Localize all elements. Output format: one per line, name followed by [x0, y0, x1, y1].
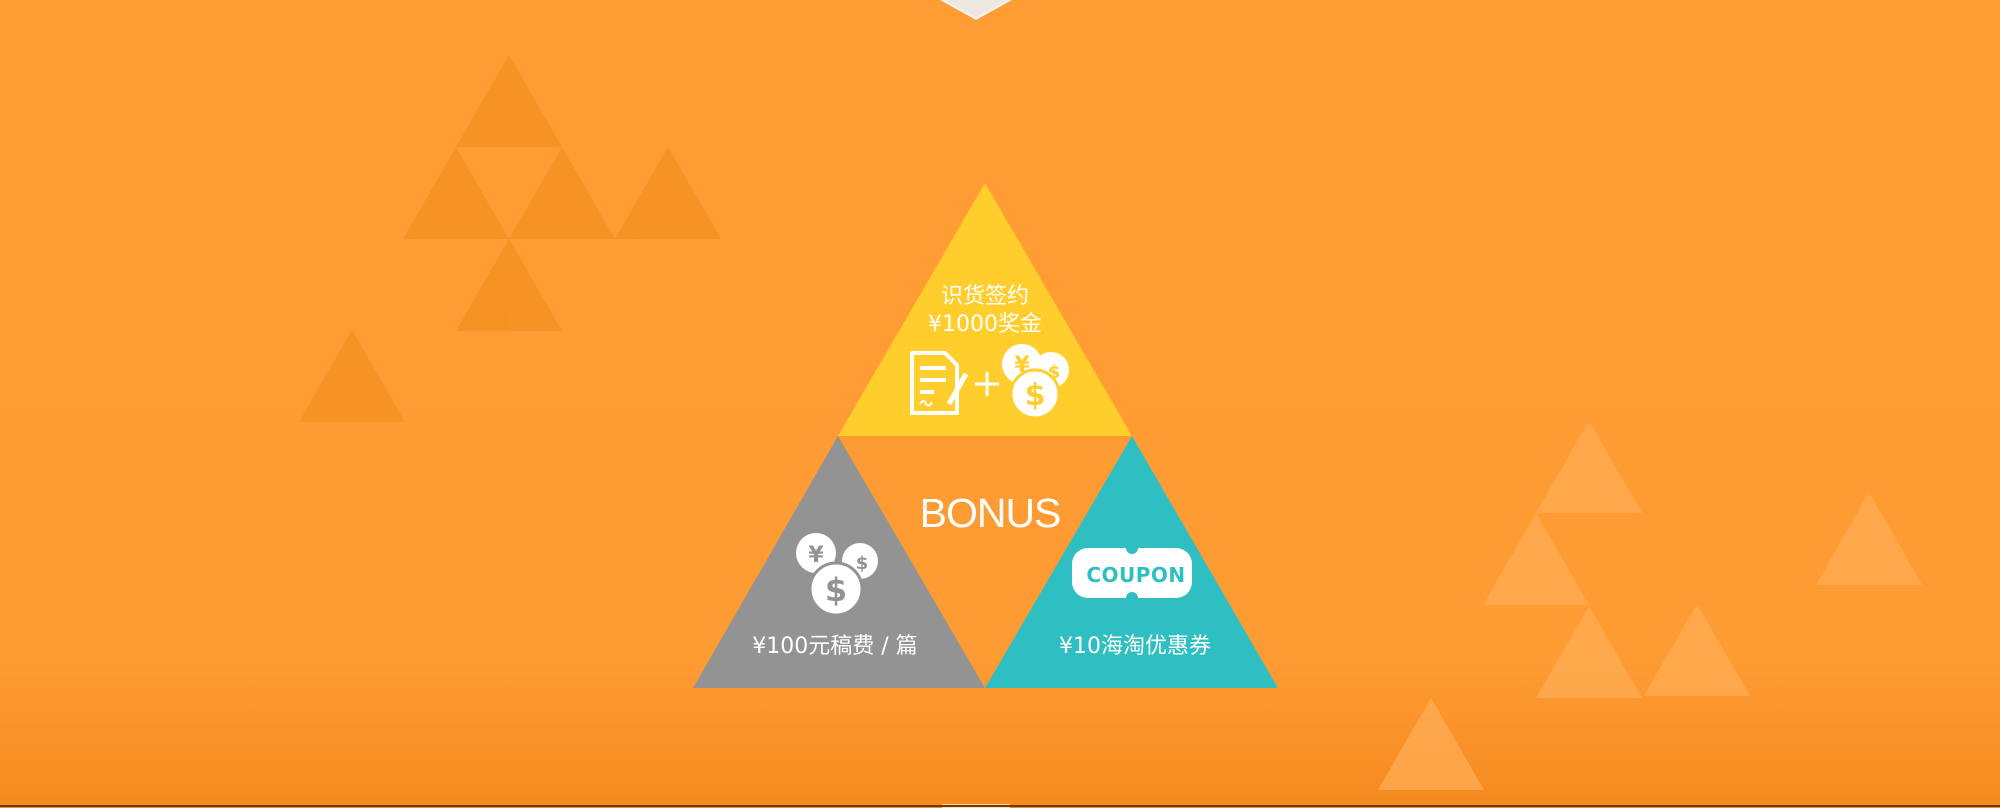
svg-text:$: $	[856, 553, 869, 574]
svg-text:$: $	[825, 571, 847, 609]
coupon-icon-text: COUPON	[1086, 563, 1186, 587]
bonus-banner: ¥ $ $ ¥ $ $ 识货签约 ¥1000奖金 BONUS COUPON ¥1…	[0, 0, 2000, 808]
svg-text:¥: ¥	[808, 543, 824, 568]
bonus-title: BONUS	[919, 490, 1062, 536]
top-title-line2: ¥1000奖金	[928, 312, 1042, 337]
background: ¥ $ $ ¥ $ $	[0, 0, 2000, 808]
svg-text:¥: ¥	[1014, 353, 1030, 378]
svg-text:$: $	[1048, 362, 1061, 383]
svg-text:$: $	[1025, 378, 1046, 413]
manuscript-fee-label: ¥100元稿费 / 篇	[752, 634, 918, 659]
coupon-label: ¥10海淘优惠券	[1059, 634, 1211, 659]
